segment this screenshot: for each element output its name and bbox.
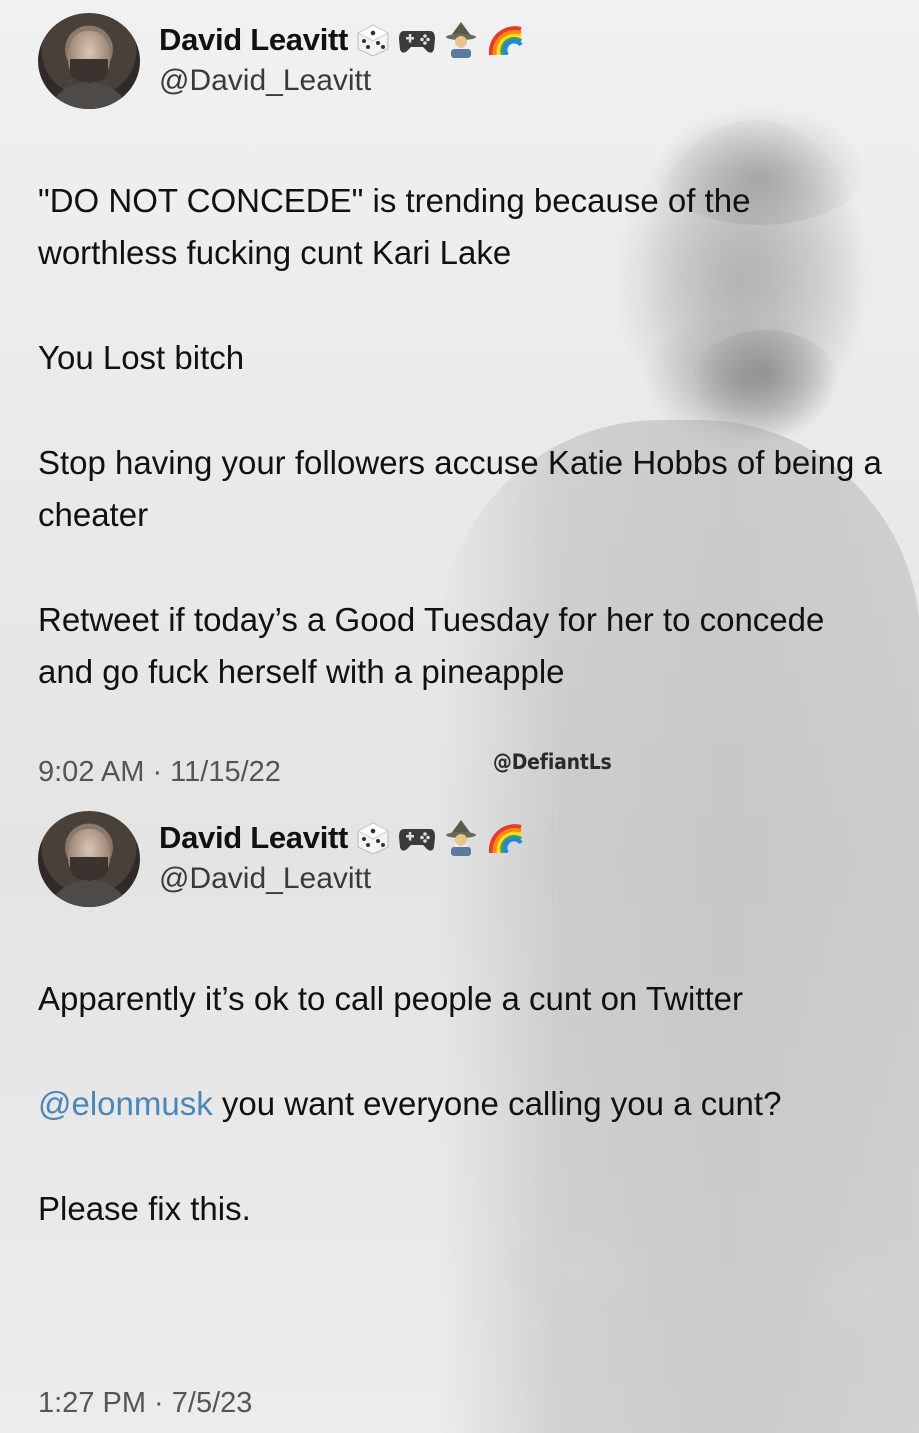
mage-icon: [442, 819, 480, 857]
background-figure-right-hand: [800, 1250, 919, 1340]
handle[interactable]: @David_Leavitt: [159, 64, 371, 98]
rainbow-icon: [486, 819, 524, 857]
game-die-icon: [354, 21, 392, 59]
mage-icon: [442, 21, 480, 59]
watermark: @DefiantLs: [493, 750, 612, 774]
video-game-icon: [398, 819, 436, 857]
rainbow-icon: [486, 21, 524, 59]
display-name[interactable]: David Leavitt: [159, 820, 348, 856]
tweet-paragraph: Please fix this.: [38, 1190, 251, 1227]
mention-link[interactable]: @elonmusk: [38, 1085, 213, 1122]
tweet-header: David Leavitt @David_Leavitt: [38, 13, 888, 113]
tweet-1: David Leavitt @David_Leavitt "DO NOT CON…: [38, 13, 888, 788]
avatar[interactable]: [38, 13, 140, 109]
tweet-body: Apparently it’s ok to call people a cunt…: [38, 973, 888, 1235]
tweet-timestamp[interactable]: 1:27 PM · 7/5/23: [38, 1387, 252, 1420]
game-die-icon: [354, 819, 392, 857]
display-name[interactable]: David Leavitt: [159, 22, 348, 58]
tweet-paragraph: Apparently it’s ok to call people a cunt…: [38, 980, 744, 1017]
avatar[interactable]: [38, 811, 140, 907]
tweet-paragraph: You Lost bitch: [38, 339, 245, 376]
handle[interactable]: @David_Leavitt: [159, 862, 371, 896]
name-row: David Leavitt: [159, 21, 524, 59]
tweet-paragraph: Stop having your followers accuse Katie …: [38, 444, 882, 533]
tweet-paragraph-with-mention: @elonmusk you want everyone calling you …: [38, 1078, 888, 1130]
tweet-body: "DO NOT CONCEDE" is trending because of …: [38, 175, 888, 698]
tweet-header: David Leavitt @David_Leavitt: [38, 811, 888, 911]
tweet-paragraph: Retweet if today’s a Good Tuesday for he…: [38, 601, 825, 690]
tweet-paragraph-text: you want everyone calling you a cunt?: [221, 1085, 782, 1122]
tweet-paragraph: "DO NOT CONCEDE" is trending because of …: [38, 182, 751, 271]
tweet-2: David Leavitt @David_Leavitt Apparently …: [38, 811, 888, 1419]
video-game-icon: [398, 21, 436, 59]
background-figure-left-hand: [500, 1230, 650, 1310]
tweet-timestamp[interactable]: 9:02 AM · 11/15/22: [38, 756, 281, 789]
name-row: David Leavitt: [159, 819, 524, 857]
